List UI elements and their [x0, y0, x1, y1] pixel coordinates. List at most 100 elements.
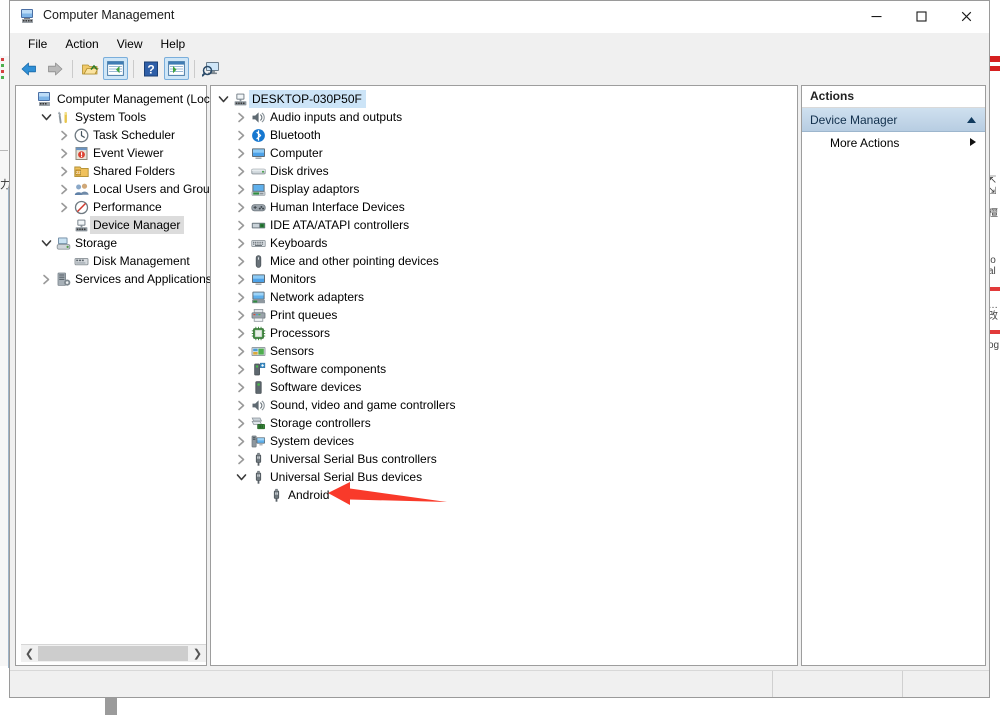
- scroll-thumb[interactable]: [38, 646, 188, 661]
- tree-item[interactable]: Performance: [16, 198, 206, 216]
- title-bar[interactable]: Computer Management: [10, 1, 989, 33]
- chevron-right-icon[interactable]: [233, 310, 249, 321]
- tree-item-label: Device Manager: [90, 216, 185, 234]
- tree-item[interactable]: 22 Shared Folders: [16, 162, 206, 180]
- forward-button[interactable]: [42, 57, 67, 80]
- chevron-up-icon[interactable]: [966, 113, 977, 127]
- tree-item[interactable]: Device Manager: [16, 216, 206, 234]
- tree-item[interactable]: Universal Serial Bus devices: [211, 468, 797, 486]
- chevron-right-icon[interactable]: [233, 382, 249, 393]
- window-controls: [854, 1, 989, 32]
- tree-item[interactable]: Software components: [211, 360, 797, 378]
- tree-item[interactable]: Audio inputs and outputs: [211, 108, 797, 126]
- scroll-left-arrow[interactable]: ❮: [21, 646, 38, 661]
- chevron-right-icon[interactable]: [233, 220, 249, 231]
- tree-item[interactable]: System Tools: [16, 108, 206, 126]
- tree-item[interactable]: Sound, video and game controllers: [211, 396, 797, 414]
- chevron-right-icon[interactable]: [233, 130, 249, 141]
- ide-controller-icon: [249, 218, 267, 233]
- tree-item[interactable]: Print queues: [211, 306, 797, 324]
- scan-for-hardware-changes-button[interactable]: [199, 57, 224, 80]
- tree-item[interactable]: Mice and other pointing devices: [211, 252, 797, 270]
- tree-item[interactable]: Storage controllers: [211, 414, 797, 432]
- chevron-right-icon[interactable]: [233, 256, 249, 267]
- tree-item[interactable]: Local Users and Groups: [16, 180, 222, 198]
- tree-item[interactable]: DESKTOP-030P50F: [211, 90, 797, 108]
- tree-item[interactable]: System devices: [211, 432, 797, 450]
- help-button[interactable]: ?: [138, 57, 163, 80]
- close-button[interactable]: [944, 1, 989, 32]
- minimize-button[interactable]: [854, 1, 899, 32]
- chevron-down-icon[interactable]: [233, 473, 249, 482]
- menu-item-view[interactable]: View: [108, 35, 152, 53]
- chevron-right-icon[interactable]: [56, 184, 72, 195]
- scroll-right-arrow[interactable]: ❯: [189, 646, 206, 661]
- tree-item[interactable]: Universal Serial Bus controllers: [211, 450, 797, 468]
- status-bar: [10, 670, 989, 697]
- tree-item-label: Event Viewer: [93, 146, 164, 160]
- chevron-down-icon[interactable]: [215, 95, 231, 104]
- taskbar-nub: [105, 698, 117, 715]
- tree-item[interactable]: Event Viewer: [16, 144, 206, 162]
- chevron-right-icon[interactable]: [38, 274, 54, 285]
- chevron-right-icon[interactable]: [56, 166, 72, 177]
- chevron-right-icon[interactable]: [233, 166, 249, 177]
- tree-item[interactable]: Bluetooth: [211, 126, 797, 144]
- action-item-more-actions[interactable]: More Actions: [802, 132, 985, 154]
- menu-item-file[interactable]: File: [19, 35, 56, 53]
- tree-item[interactable]: Monitors: [211, 270, 797, 288]
- chevron-down-icon[interactable]: [38, 239, 54, 248]
- device-tree[interactable]: DESKTOP-030P50F Audio inputs and outputs B…: [211, 86, 797, 504]
- chevron-right-icon[interactable]: [233, 436, 249, 447]
- tree-item[interactable]: Processors: [211, 324, 797, 342]
- tree-item[interactable]: IDE ATA/ATAPI controllers: [211, 216, 797, 234]
- chevron-right-icon[interactable]: [233, 148, 249, 159]
- tree-item[interactable]: Task Scheduler: [16, 126, 206, 144]
- software-device-icon: [249, 380, 267, 395]
- menu-item-action[interactable]: Action: [56, 35, 107, 53]
- show-hide-console-tree-button[interactable]: [103, 57, 128, 80]
- tree-item[interactable]: Keyboards: [211, 234, 797, 252]
- chevron-right-icon[interactable]: [56, 148, 72, 159]
- console-tree-horizontal-scrollbar[interactable]: ❮ ❯: [21, 644, 206, 662]
- chevron-right-icon[interactable]: [233, 418, 249, 429]
- tree-item[interactable]: Disk drives: [211, 162, 797, 180]
- tree-item[interactable]: Sensors: [211, 342, 797, 360]
- actions-group-device-manager[interactable]: Device Manager: [802, 108, 985, 132]
- content-area: Computer Management (Local System Tools Ta…: [10, 82, 989, 669]
- tree-item-label: Display adaptors: [270, 182, 360, 196]
- chevron-right-icon[interactable]: [233, 112, 249, 123]
- tree-item[interactable]: Disk Management: [16, 252, 206, 270]
- chevron-right-icon[interactable]: [233, 274, 249, 285]
- tree-item[interactable]: Computer: [211, 144, 797, 162]
- tree-item[interactable]: Display adaptors: [211, 180, 797, 198]
- tree-item[interactable]: Services and Applications: [16, 270, 212, 288]
- tree-item[interactable]: Storage: [16, 234, 206, 252]
- scroll-track[interactable]: [38, 646, 189, 661]
- chevron-right-icon[interactable]: [233, 364, 249, 375]
- back-button[interactable]: [16, 57, 41, 80]
- chevron-down-icon[interactable]: [38, 113, 54, 122]
- chevron-right-icon[interactable]: [56, 202, 72, 213]
- tree-item[interactable]: Software devices: [211, 378, 797, 396]
- menu-item-help[interactable]: Help: [152, 35, 195, 53]
- chevron-right-icon[interactable]: [233, 400, 249, 411]
- maximize-button[interactable]: [899, 1, 944, 32]
- tree-item[interactable]: Network adapters: [211, 288, 797, 306]
- up-one-level-button[interactable]: [77, 57, 102, 80]
- chevron-right-icon[interactable]: [233, 346, 249, 357]
- chevron-right-icon[interactable]: [233, 328, 249, 339]
- tree-item[interactable]: Computer Management (Local: [16, 90, 219, 108]
- chevron-right-icon[interactable]: [233, 454, 249, 465]
- tree-item[interactable]: Android: [211, 486, 797, 504]
- console-tree[interactable]: Computer Management (Local System Tools Ta…: [16, 86, 222, 288]
- chevron-right-icon[interactable]: [233, 202, 249, 213]
- chevron-right-icon[interactable]: [56, 130, 72, 141]
- tree-item[interactable]: Human Interface Devices: [211, 198, 797, 216]
- chevron-right-icon[interactable]: [233, 184, 249, 195]
- tree-item-label: Shared Folders: [93, 164, 176, 178]
- chevron-right-icon[interactable]: [233, 238, 249, 249]
- display-adapter-icon: [249, 182, 267, 197]
- chevron-right-icon[interactable]: [233, 292, 249, 303]
- show-hide-action-pane-button[interactable]: [164, 57, 189, 80]
